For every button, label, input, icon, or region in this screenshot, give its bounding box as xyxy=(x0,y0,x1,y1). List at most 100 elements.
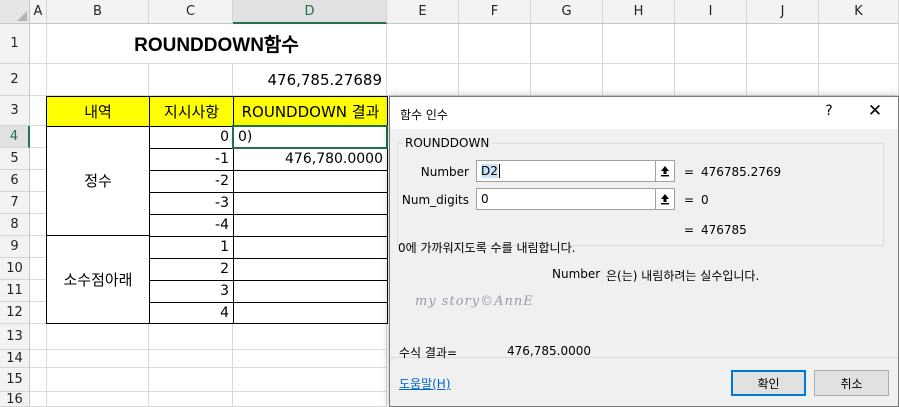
cell-c6[interactable]: -2 xyxy=(149,170,234,193)
row-header-14[interactable]: 14 xyxy=(0,350,30,368)
cell-f1[interactable] xyxy=(459,24,531,64)
cell-d13[interactable] xyxy=(233,324,387,350)
cell-j1[interactable] xyxy=(747,24,819,64)
row-header-12[interactable]: 12 xyxy=(0,302,30,324)
column-header-f[interactable]: F xyxy=(459,0,531,24)
cell-d9[interactable] xyxy=(233,236,388,259)
cell-c9[interactable]: 1 xyxy=(149,236,234,259)
help-link[interactable]: 도움말(H) xyxy=(399,375,451,392)
cell-d6[interactable] xyxy=(233,170,388,193)
cell-k1[interactable] xyxy=(819,24,899,64)
cell-b14[interactable] xyxy=(47,350,149,368)
cell-c7[interactable]: -3 xyxy=(149,192,234,215)
cell-d12[interactable] xyxy=(233,302,388,324)
cell-a8[interactable] xyxy=(30,214,47,236)
cell-b15[interactable] xyxy=(47,368,149,392)
cell-c8[interactable]: -4 xyxy=(149,214,234,237)
num-digits-input[interactable]: 0 xyxy=(476,188,656,210)
num-digits-collapse-dialog-icon[interactable] xyxy=(655,188,675,210)
cell-b9-decimal[interactable]: 소수점아래 xyxy=(46,236,150,324)
cell-k2[interactable] xyxy=(819,64,899,96)
cell-d3-header[interactable]: ROUNDDOWN 결과 xyxy=(233,96,388,127)
dialog-titlebar[interactable]: 함수 인수 ? ✕ xyxy=(390,97,898,129)
row-header-15[interactable]: 15 xyxy=(0,368,30,392)
cell-b3-header[interactable]: 내역 xyxy=(46,96,150,127)
cell-c2[interactable] xyxy=(149,64,233,96)
cell-a15[interactable] xyxy=(30,368,47,392)
cell-a3[interactable] xyxy=(30,96,47,126)
column-header-a[interactable]: A xyxy=(30,0,47,24)
cell-h2[interactable] xyxy=(603,64,675,96)
cell-d16[interactable] xyxy=(233,392,387,407)
cell-g1[interactable] xyxy=(531,24,603,64)
cell-b4-integer[interactable]: 정수 xyxy=(46,126,150,236)
row-header-3[interactable]: 3 xyxy=(0,96,30,126)
cell-g2[interactable] xyxy=(531,64,603,96)
help-icon[interactable]: ? xyxy=(822,103,836,119)
cell-a6[interactable] xyxy=(30,170,47,192)
cell-d8[interactable] xyxy=(233,214,388,237)
cell-d11[interactable] xyxy=(233,280,388,303)
row-header-2[interactable]: 2 xyxy=(0,64,30,96)
cell-d15[interactable] xyxy=(233,368,387,392)
cell-c12[interactable]: 4 xyxy=(149,302,234,324)
cell-a14[interactable] xyxy=(30,350,47,368)
cell-c10[interactable]: 2 xyxy=(149,258,234,281)
cell-i1[interactable] xyxy=(675,24,747,64)
cell-a13[interactable] xyxy=(30,324,47,350)
cell-c15[interactable] xyxy=(149,368,233,392)
row-header-11[interactable]: 11 xyxy=(0,280,30,302)
cell-a2[interactable] xyxy=(30,64,47,96)
cell-c3-header[interactable]: 지시사항 xyxy=(149,96,234,127)
column-header-g[interactable]: G xyxy=(531,0,603,24)
cell-e1[interactable] xyxy=(387,24,459,64)
row-header-10[interactable]: 10 xyxy=(0,258,30,280)
cell-c4[interactable]: 0 xyxy=(149,126,234,149)
row-header-6[interactable]: 6 xyxy=(0,170,30,192)
cell-c16[interactable] xyxy=(149,392,233,407)
cell-d7[interactable] xyxy=(233,192,388,215)
cell-h1[interactable] xyxy=(603,24,675,64)
cell-a4[interactable] xyxy=(30,126,47,148)
column-header-k[interactable]: K xyxy=(819,0,899,24)
column-header-j[interactable]: J xyxy=(747,0,819,24)
number-collapse-dialog-icon[interactable] xyxy=(655,160,675,182)
cell-a7[interactable] xyxy=(30,192,47,214)
column-header-h[interactable]: H xyxy=(603,0,675,24)
row-header-5[interactable]: 5 xyxy=(0,148,30,170)
cell-b1-title[interactable]: ROUNDDOWN함수 xyxy=(47,24,387,64)
cell-d4-active[interactable]: 0) xyxy=(232,125,388,149)
cell-d10[interactable] xyxy=(233,258,388,281)
number-input[interactable]: D2 xyxy=(476,160,656,182)
cell-a12[interactable] xyxy=(30,302,47,324)
column-header-b[interactable]: B xyxy=(47,0,149,24)
cell-c11[interactable]: 3 xyxy=(149,280,234,303)
row-header-4[interactable]: 4 xyxy=(0,126,30,148)
cell-a5[interactable] xyxy=(30,148,47,170)
cell-j2[interactable] xyxy=(747,64,819,96)
column-header-e[interactable]: E xyxy=(387,0,459,24)
column-header-d[interactable]: D xyxy=(233,0,387,24)
cell-d14[interactable] xyxy=(233,350,387,368)
cell-c14[interactable] xyxy=(149,350,233,368)
cell-c5[interactable]: -1 xyxy=(149,148,234,171)
cancel-button[interactable]: 취소 xyxy=(814,370,889,396)
row-header-9[interactable]: 9 xyxy=(0,236,30,258)
cell-a16[interactable] xyxy=(30,392,47,407)
cell-f2[interactable] xyxy=(459,64,531,96)
column-header-i[interactable]: I xyxy=(675,0,747,24)
cell-a10[interactable] xyxy=(30,258,47,280)
cell-i2[interactable] xyxy=(675,64,747,96)
cell-b2[interactable] xyxy=(47,64,149,96)
cell-c13[interactable] xyxy=(149,324,233,350)
row-header-16[interactable]: 16 xyxy=(0,392,30,407)
select-all-corner[interactable] xyxy=(0,0,30,24)
cell-a1[interactable] xyxy=(30,24,47,64)
cell-b13[interactable] xyxy=(47,324,149,350)
cell-e2[interactable] xyxy=(387,64,459,96)
cell-b16[interactable] xyxy=(47,392,149,407)
row-header-1[interactable]: 1 xyxy=(0,24,30,64)
row-header-7[interactable]: 7 xyxy=(0,192,30,214)
row-header-13[interactable]: 13 xyxy=(0,324,30,350)
row-header-8[interactable]: 8 xyxy=(0,214,30,236)
